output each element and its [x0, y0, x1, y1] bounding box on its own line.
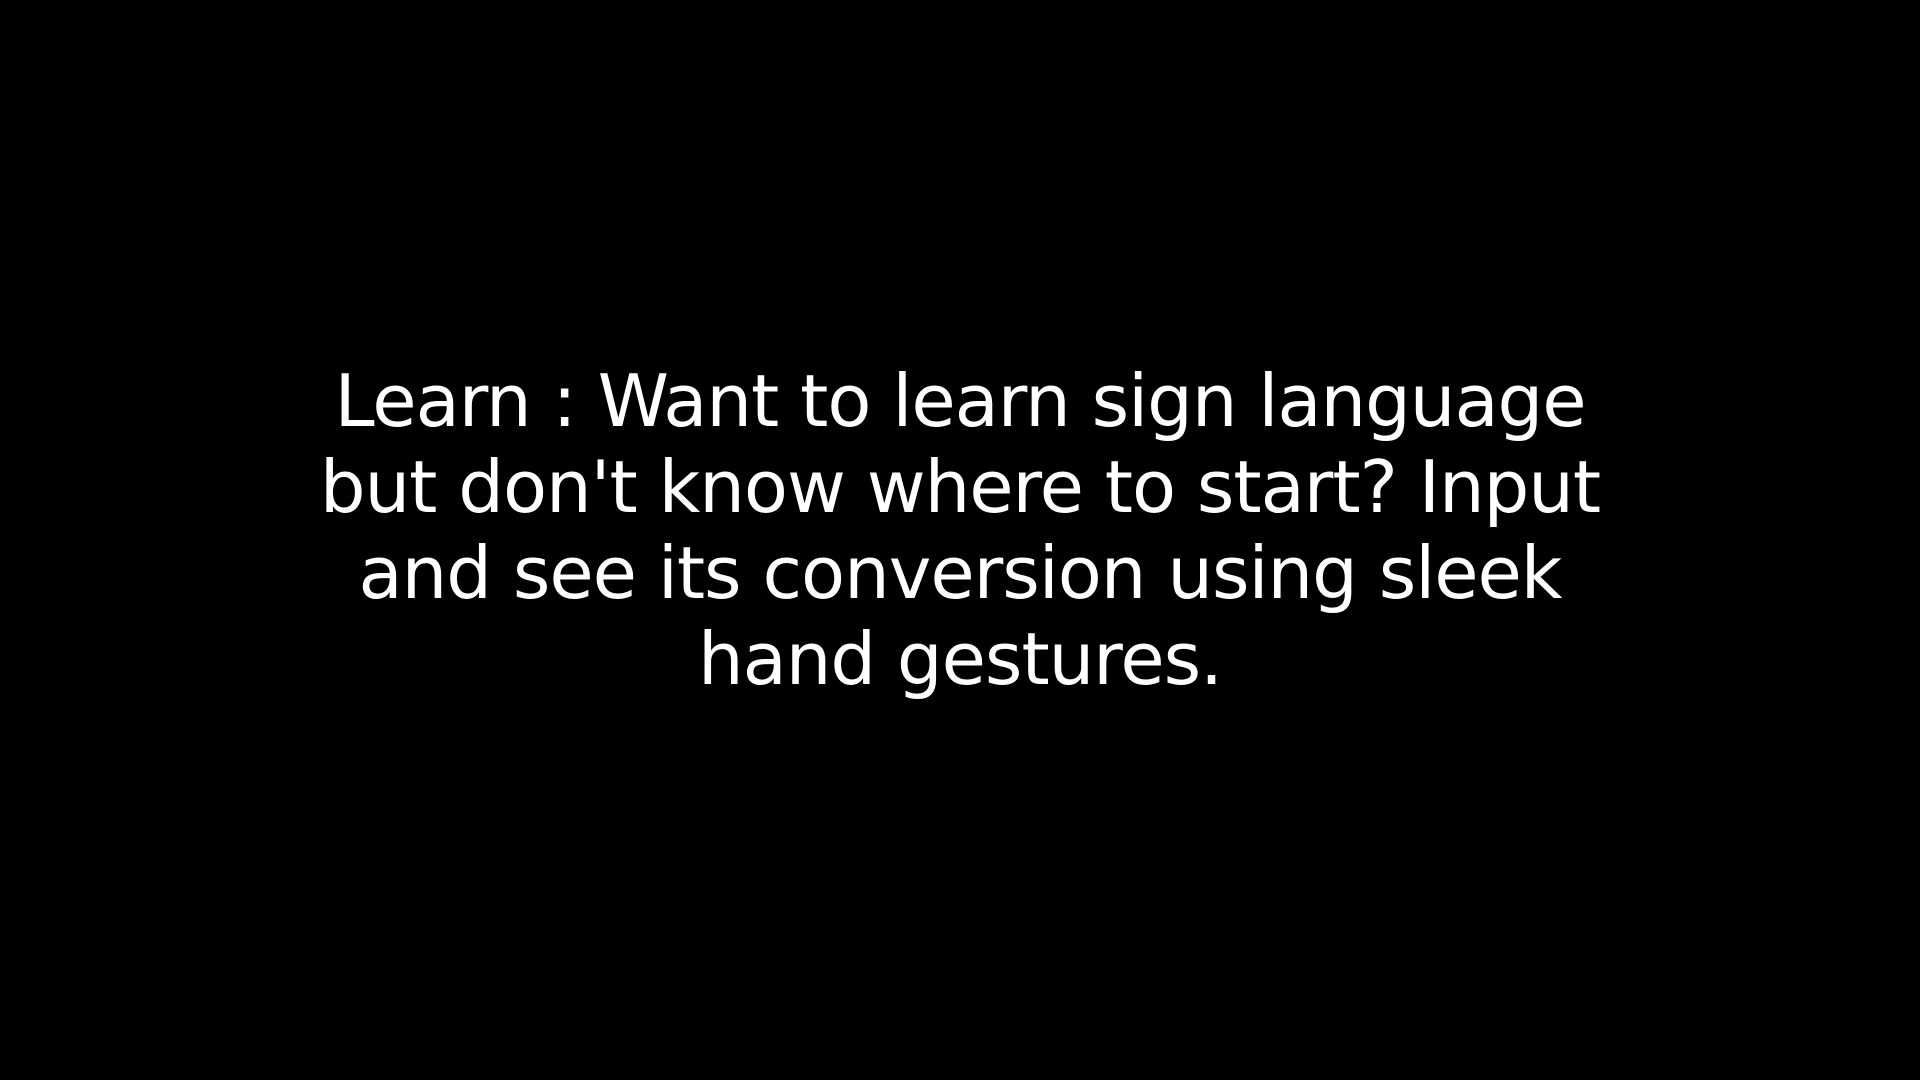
caption-line-1: Learn : Want to learn sign language	[334, 359, 1586, 443]
caption-text-block: Learn : Want to learn sign language but …	[0, 358, 1920, 702]
caption-line-2: but don't know where to start? Input	[319, 445, 1601, 529]
caption-line-4: hand gestures.	[697, 617, 1223, 701]
caption-line-3: and see its conversion using sleek	[358, 531, 1562, 615]
slide: Learn : Want to learn sign language but …	[0, 0, 1920, 1080]
